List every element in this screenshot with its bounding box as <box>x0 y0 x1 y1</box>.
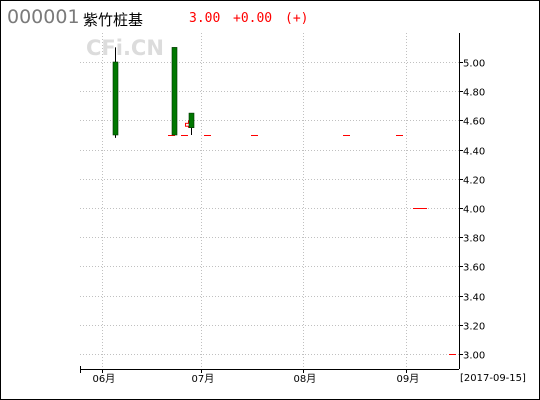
y-tick-label: 4.00 <box>463 205 485 216</box>
y-tick-label: 4.80 <box>463 88 485 99</box>
grid-layer <box>80 33 459 369</box>
date-label: [2017-09-15] <box>460 373 526 384</box>
candlestick-chart: CFi.CN 3.00 3.20 3.40 3.60 3.80 4.00 4.20 4.40 4… <box>80 33 526 386</box>
x-tick-label: 06月 <box>93 373 116 385</box>
x-tick-label: 08月 <box>294 373 317 385</box>
candle-layer <box>112 47 456 355</box>
label-layer: 3.00 3.20 3.40 3.60 3.80 4.00 4.20 4.40 4.60 4.80… <box>93 59 486 386</box>
y-tick-label: 3.20 <box>463 322 485 333</box>
x-tick-label: 09月 <box>397 373 420 385</box>
candle-body-down <box>188 112 195 128</box>
candle <box>171 47 178 136</box>
watermark: CFi.CN <box>86 36 164 60</box>
y-tick-label: 3.40 <box>463 293 485 304</box>
y-tick-label: 3.80 <box>463 234 485 245</box>
candle-body-down <box>112 61 119 136</box>
y-tick-label: 3.60 <box>463 263 485 274</box>
candle <box>112 47 119 138</box>
y-tick-label: 4.20 <box>463 176 485 187</box>
x-tick-label: 07月 <box>192 373 215 385</box>
y-tick-label: 5.00 <box>463 59 485 70</box>
candle <box>188 112 195 135</box>
candle-body-down <box>171 47 178 136</box>
axis-layer <box>80 33 463 373</box>
y-tick-label: 4.40 <box>463 147 485 158</box>
y-tick-label: 4.60 <box>463 117 485 128</box>
y-tick-label: 3.00 <box>463 351 485 362</box>
